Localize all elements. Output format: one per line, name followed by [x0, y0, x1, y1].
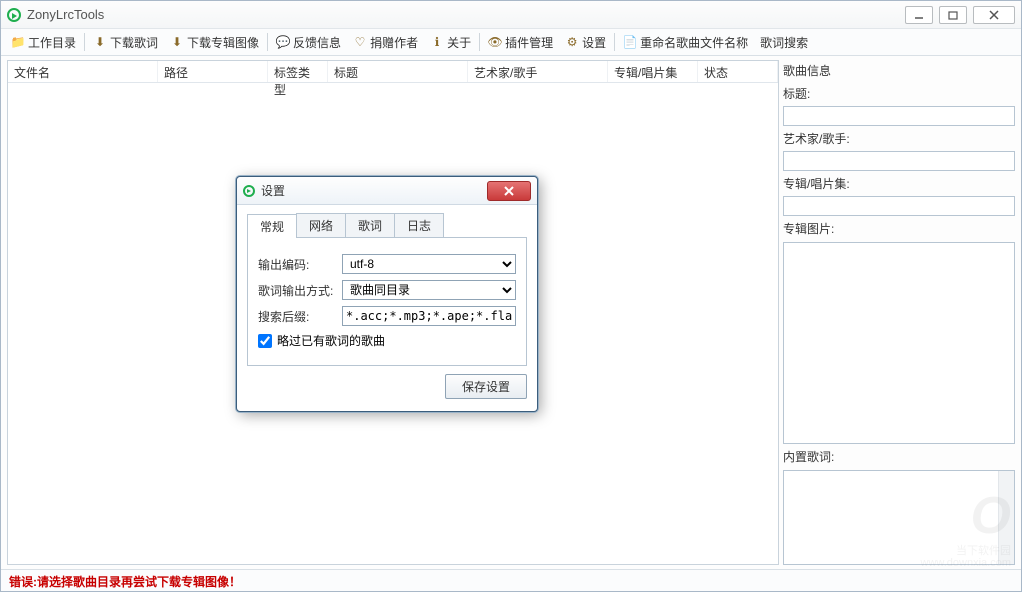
scrollbar[interactable]	[998, 471, 1014, 564]
title-input[interactable]	[783, 106, 1015, 126]
dialog-titlebar[interactable]: 设置	[237, 177, 537, 205]
toolbar-label: 下载歌词	[110, 34, 158, 51]
tab-general[interactable]: 常规	[247, 214, 297, 238]
toolbar-label: 捐赠作者	[370, 34, 418, 51]
toolbar-download-album[interactable]: ⬇ 下载专辑图像	[164, 32, 265, 53]
output-label: 歌词输出方式:	[258, 282, 336, 299]
toolbar-label: 下载专辑图像	[187, 34, 259, 51]
lyrics-search-label: 歌词搜索	[760, 34, 808, 51]
tab-panel-general: 输出编码: utf-8 歌词输出方式: 歌曲同目录 搜索后缀:	[247, 238, 527, 366]
title-label: 标题:	[783, 85, 1015, 102]
suffix-label: 搜索后缀:	[258, 308, 336, 325]
tab-log[interactable]: 日志	[394, 213, 444, 237]
dialog-title: 设置	[261, 182, 285, 199]
toolbar-donate[interactable]: ♡ 捐赠作者	[347, 32, 424, 53]
download-icon: ⬇	[93, 35, 107, 49]
maximize-button[interactable]	[939, 6, 967, 24]
toolbar: 📁 工作目录 ⬇ 下载歌词 ⬇ 下载专辑图像 💬 反馈信息 ♡ 捐赠作者 ℹ 关…	[1, 29, 1021, 56]
download-icon: ⬇	[170, 35, 184, 49]
albumart-label: 专辑图片:	[783, 220, 1015, 237]
dialog-actions: 保存设置	[247, 374, 527, 399]
album-art-box	[783, 242, 1015, 444]
toolbar-settings[interactable]: ⚙ 设置	[559, 32, 612, 53]
app-icon	[243, 185, 255, 197]
suffix-input[interactable]	[342, 306, 516, 326]
file-icon: 📄	[623, 35, 637, 49]
toolbar-plugins[interactable]: 👁 插件管理	[482, 32, 559, 53]
close-button[interactable]	[973, 6, 1015, 24]
dialog-body: 常规 网络 歌词 日志 输出编码: utf-8 歌词输出方式: 歌曲同目录	[237, 205, 537, 411]
toolbar-label: 重命名歌曲文件名称	[640, 34, 748, 51]
col-status[interactable]: 状态	[698, 61, 778, 82]
app-title: ZonyLrcTools	[27, 7, 104, 22]
col-title[interactable]: 标题	[328, 61, 468, 82]
toolbar-label: 插件管理	[505, 34, 553, 51]
toolbar-about[interactable]: ℹ 关于	[424, 32, 477, 53]
folder-icon: 📁	[11, 35, 25, 49]
toolbar-label: 设置	[582, 34, 606, 51]
separator	[479, 33, 480, 51]
lyrics-label: 内置歌词:	[783, 448, 1015, 465]
heart-icon: ♡	[353, 35, 367, 49]
embedded-lyrics-box[interactable]	[783, 470, 1015, 565]
artist-label: 艺术家/歌手:	[783, 130, 1015, 147]
album-label: 专辑/唱片集:	[783, 175, 1015, 192]
encoding-select[interactable]: utf-8	[342, 254, 516, 274]
main-window: ZonyLrcTools 📁 工作目录 ⬇ 下载歌词 ⬇ 下载专辑图像	[0, 0, 1022, 592]
separator	[84, 33, 85, 51]
col-artist[interactable]: 艺术家/歌手	[468, 61, 608, 82]
toolbar-label: 工作目录	[28, 34, 76, 51]
album-input[interactable]	[783, 196, 1015, 216]
skip-existing-row[interactable]: 略过已有歌词的歌曲	[258, 332, 516, 349]
info-header: 歌曲信息	[783, 62, 1015, 79]
app-icon	[7, 8, 21, 22]
eye-icon: 👁	[488, 35, 502, 49]
col-filename[interactable]: 文件名	[8, 61, 158, 82]
status-text: 错误:请选择歌曲目录再尝试下载专辑图像！	[9, 575, 241, 589]
toolbar-workdir[interactable]: 📁 工作目录	[5, 32, 82, 53]
col-album[interactable]: 专辑/唱片集	[608, 61, 698, 82]
settings-dialog: 设置 常规 网络 歌词 日志 输出编码: utf-8 歌词输出方式	[236, 176, 538, 412]
dialog-close-button[interactable]	[487, 181, 531, 201]
toolbar-label: 关于	[447, 34, 471, 51]
encoding-label: 输出编码:	[258, 256, 336, 273]
separator	[267, 33, 268, 51]
skip-existing-label: 略过已有歌词的歌曲	[277, 332, 385, 349]
list-header: 文件名 路径 标签类型 标题 艺术家/歌手 专辑/唱片集 状态	[8, 61, 778, 83]
toolbar-download-lyrics[interactable]: ⬇ 下载歌词	[87, 32, 164, 53]
gear-icon: ⚙	[565, 35, 579, 49]
titlebar: ZonyLrcTools	[1, 1, 1021, 29]
tab-lyrics[interactable]: 歌词	[345, 213, 395, 237]
separator	[614, 33, 615, 51]
skip-existing-checkbox[interactable]	[258, 334, 272, 348]
info-icon: ℹ	[430, 35, 444, 49]
col-tagtype[interactable]: 标签类型	[268, 61, 328, 82]
chat-icon: 💬	[276, 35, 290, 49]
toolbar-feedback[interactable]: 💬 反馈信息	[270, 32, 347, 53]
dialog-tabs: 常规 网络 歌词 日志	[247, 213, 527, 238]
status-bar: 错误:请选择歌曲目录再尝试下载专辑图像！	[1, 569, 1021, 591]
artist-input[interactable]	[783, 151, 1015, 171]
minimize-button[interactable]	[905, 6, 933, 24]
toolbar-label: 反馈信息	[293, 34, 341, 51]
tab-network[interactable]: 网络	[296, 213, 346, 237]
info-pane: 歌曲信息 标题: 艺术家/歌手: 专辑/唱片集: 专辑图片: 内置歌词:	[783, 60, 1015, 565]
window-controls	[905, 6, 1015, 24]
save-settings-button[interactable]: 保存设置	[445, 374, 527, 399]
col-path[interactable]: 路径	[158, 61, 268, 82]
output-select[interactable]: 歌曲同目录	[342, 280, 516, 300]
toolbar-rename[interactable]: 📄 重命名歌曲文件名称	[617, 32, 754, 53]
